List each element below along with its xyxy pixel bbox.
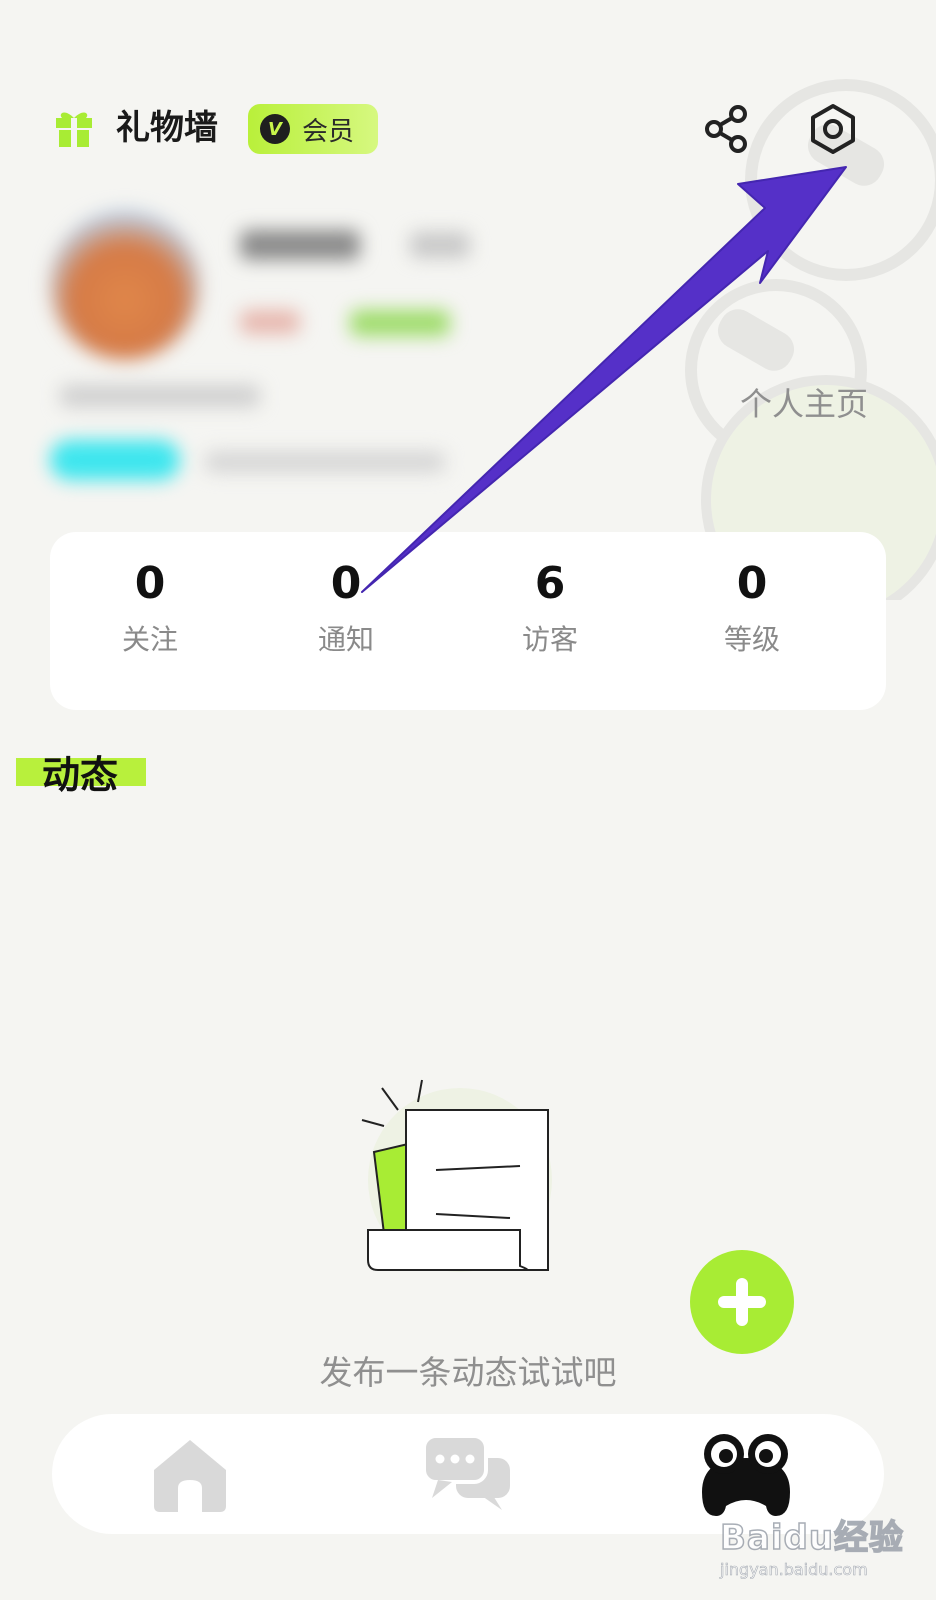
baidu-jingyan-watermark: Baidu经验 jingyan.baidu.com (719, 1510, 920, 1590)
annotation-arrow (361, 166, 847, 593)
watermark-brand: Baidu经验 (719, 1517, 905, 1559)
watermark-url: jingyan.baidu.com (720, 1560, 868, 1580)
